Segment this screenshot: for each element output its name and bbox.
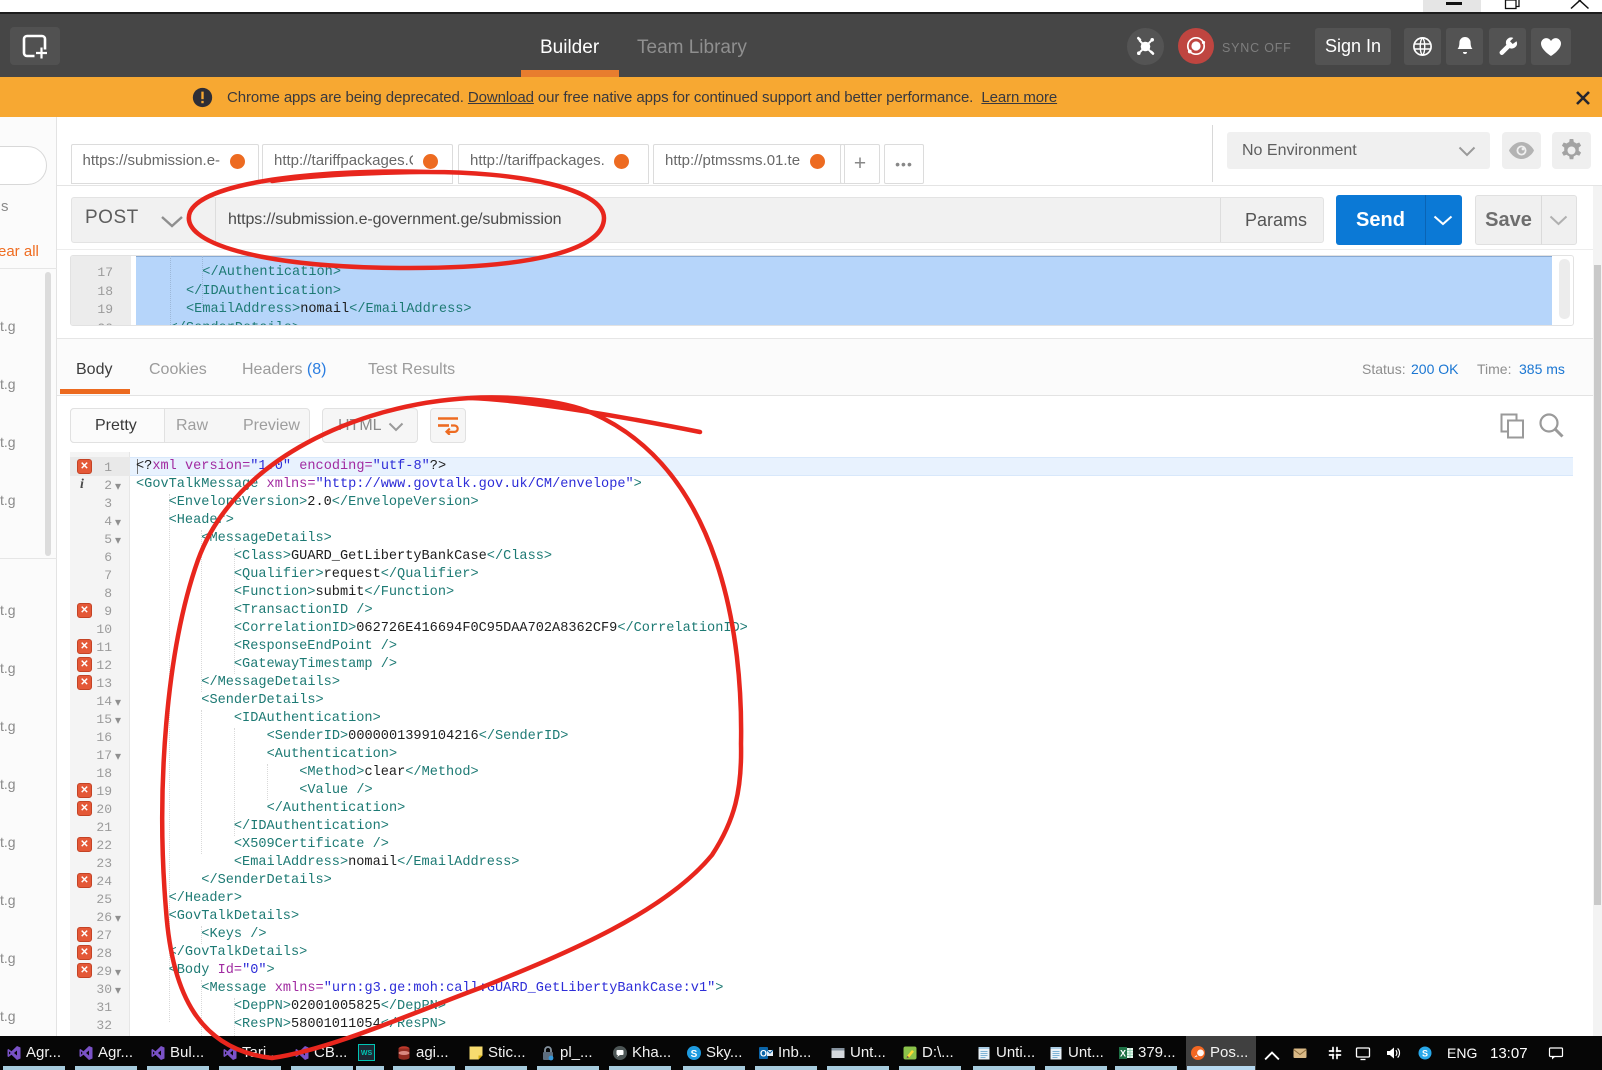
svg-text:X: X xyxy=(1120,1049,1126,1059)
svg-text:O: O xyxy=(760,1049,767,1059)
svg-text:S: S xyxy=(1422,1049,1428,1059)
svg-text:S: S xyxy=(691,1049,698,1060)
